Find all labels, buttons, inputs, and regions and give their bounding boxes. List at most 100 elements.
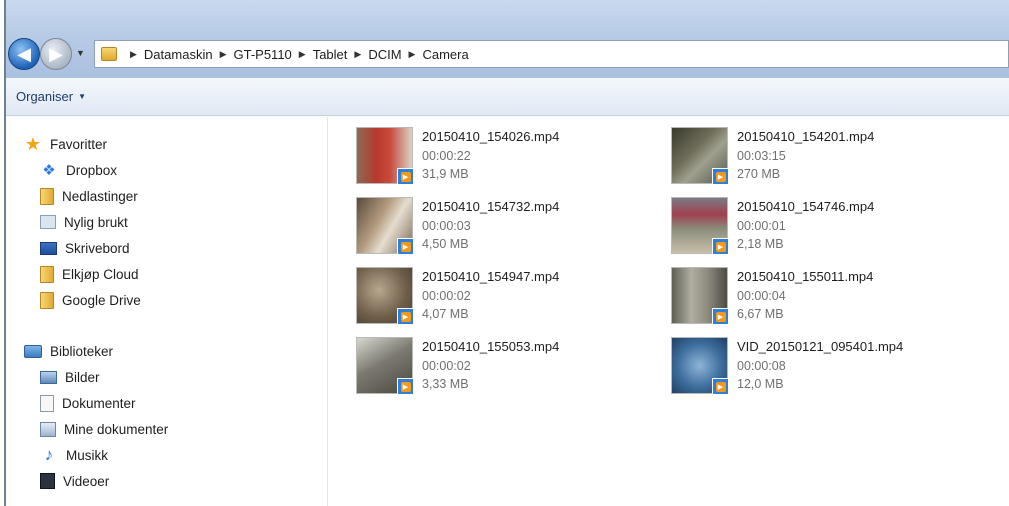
chevron-right-icon[interactable]: ▶ <box>354 49 361 60</box>
file-duration: 00:00:01 <box>737 219 786 233</box>
file-size: 4,50 MB <box>422 237 469 251</box>
file-size: 31,9 MB <box>422 167 469 181</box>
file-size: 6,67 MB <box>737 307 784 321</box>
desktop-icon <box>40 241 57 255</box>
sidebar-item-libraries[interactable]: Biblioteker <box>24 338 168 364</box>
breadcrumb-tablet[interactable]: Tablet <box>313 47 348 62</box>
sidebar-item-label: Nedlastinger <box>62 188 138 204</box>
sidebar-item-dropbox[interactable]: ❖ Dropbox <box>24 157 141 183</box>
sidebar-item-musikk[interactable]: ♪ Musikk <box>24 442 168 468</box>
sidebar-item-mine-dokumenter[interactable]: Mine dokumenter <box>24 416 168 442</box>
video-play-icon: ▶ <box>397 168 414 185</box>
chevron-right-icon[interactable]: ▶ <box>409 49 416 60</box>
chevron-right-icon[interactable]: ▶ <box>220 49 227 60</box>
my-documents-icon <box>40 421 56 437</box>
dropbox-icon: ❖ <box>42 162 56 179</box>
sidebar-item-label: Videoer <box>63 473 110 489</box>
recent-pages-dropdown-icon[interactable]: ▼ <box>76 48 85 58</box>
sidebar-item-label: Dropbox <box>66 162 118 178</box>
breadcrumb-camera[interactable]: Camera <box>422 47 468 62</box>
file-name: 20150410_154947.mp4 <box>422 269 560 284</box>
sidebar-item-bilder[interactable]: Bilder <box>24 364 168 390</box>
video-play-icon: ▶ <box>397 308 414 325</box>
music-icon: ♪ <box>44 445 54 464</box>
video-play-icon: ▶ <box>397 238 414 255</box>
file-name: 20150410_155053.mp4 <box>422 339 560 354</box>
video-play-icon: ▶ <box>712 168 729 185</box>
explorer-window: ◀ ▶ ▼ ▶ Datamaskin ▶ GT-P5110 ▶ Tablet ▶… <box>4 0 1009 506</box>
sidebar-item-label: Favoritter <box>50 136 108 152</box>
sidebar-item-label: Bilder <box>65 369 100 385</box>
sidebar-item-label: Skrivebord <box>65 240 130 256</box>
forward-button[interactable]: ▶ <box>40 38 72 70</box>
file-duration: 00:00:03 <box>422 219 471 233</box>
navigation-bar: ◀ ▶ ▼ ▶ Datamaskin ▶ GT-P5110 ▶ Tablet ▶… <box>6 0 1009 78</box>
back-button[interactable]: ◀ <box>8 38 40 70</box>
sidebar-item-nylig-brukt[interactable]: Nylig brukt <box>24 209 141 235</box>
folder-icon <box>40 187 54 205</box>
sidebar-item-dokumenter[interactable]: Dokumenter <box>24 390 168 416</box>
breadcrumb-dcim[interactable]: DCIM <box>368 47 401 62</box>
sidebar-item-label: Elkjøp Cloud <box>62 266 139 282</box>
sidebar-item-label: Musikk <box>66 447 109 463</box>
libraries-section: Biblioteker Bilder Dokumenter Mine dokum… <box>24 338 168 494</box>
file-name: 20150410_154746.mp4 <box>737 199 875 214</box>
star-icon: ★ <box>24 133 42 154</box>
file-duration: 00:03:15 <box>737 149 786 163</box>
chevron-right-icon[interactable]: ▶ <box>130 49 137 60</box>
videos-icon <box>40 473 55 489</box>
file-size: 2,18 MB <box>737 237 784 251</box>
sidebar-item-label: Mine dokumenter <box>64 421 169 437</box>
organise-button[interactable]: Organiser ▼ <box>16 89 86 104</box>
file-list: ▶ 20150410_154026.mp4 00:00:22 31,9 MB ▶… <box>329 117 1009 506</box>
address-bar[interactable]: ▶ Datamaskin ▶ GT-P5110 ▶ Tablet ▶ DCIM … <box>94 40 1009 68</box>
file-item[interactable]: ▶ 20150410_155053.mp4 00:00:02 3,33 MB <box>356 337 656 399</box>
file-size: 4,07 MB <box>422 307 469 321</box>
file-item[interactable]: ▶ VID_20150121_095401.mp4 00:00:08 12,0 … <box>671 337 971 399</box>
file-size: 12,0 MB <box>737 377 784 391</box>
file-name: 20150410_154026.mp4 <box>422 129 560 144</box>
breadcrumb-gt-p5110[interactable]: GT-P5110 <box>233 47 291 62</box>
sidebar-item-nedlastinger[interactable]: Nedlastinger <box>24 183 141 209</box>
file-name: 20150410_154732.mp4 <box>422 199 560 214</box>
video-play-icon: ▶ <box>712 238 729 255</box>
chevron-down-icon: ▼ <box>78 92 86 101</box>
pictures-icon <box>40 370 57 384</box>
sidebar-item-skrivebord[interactable]: Skrivebord <box>24 235 141 261</box>
file-item[interactable]: ▶ 20150410_154746.mp4 00:00:01 2,18 MB <box>671 197 971 259</box>
file-duration: 00:00:22 <box>422 149 471 163</box>
command-bar: Organiser ▼ <box>6 78 1009 116</box>
file-item[interactable]: ▶ 20150410_154201.mp4 00:03:15 270 MB <box>671 127 971 189</box>
file-size: 270 MB <box>737 167 781 181</box>
folder-icon <box>40 265 54 283</box>
folder-icon <box>40 291 54 309</box>
file-duration: 00:00:02 <box>422 289 471 303</box>
file-name: 20150410_155011.mp4 <box>737 269 874 284</box>
sidebar-item-label: Dokumenter <box>62 395 136 411</box>
video-play-icon: ▶ <box>712 308 729 325</box>
recent-places-icon <box>40 215 56 229</box>
sidebar-item-google-drive[interactable]: Google Drive <box>24 287 141 313</box>
file-duration: 00:00:02 <box>422 359 471 373</box>
file-item[interactable]: ▶ 20150410_154732.mp4 00:00:03 4,50 MB <box>356 197 656 259</box>
file-item[interactable]: ▶ 20150410_154026.mp4 00:00:22 31,9 MB <box>356 127 656 189</box>
sidebar-item-label: Nylig brukt <box>64 214 128 230</box>
sidebar-item-videoer[interactable]: Videoer <box>24 468 168 494</box>
file-name: 20150410_154201.mp4 <box>737 129 875 144</box>
folder-icon <box>101 47 117 61</box>
sidebar-item-elkjop-cloud[interactable]: Elkjøp Cloud <box>24 261 141 287</box>
video-play-icon: ▶ <box>712 378 729 395</box>
breadcrumb-datamaskin[interactable]: Datamaskin <box>144 47 213 62</box>
favorites-section: ★ Favoritter ❖ Dropbox Nedlastinger Nyli… <box>24 131 141 313</box>
file-item[interactable]: ▶ 20150410_155011.mp4 00:00:04 6,67 MB <box>671 267 971 329</box>
video-play-icon: ▶ <box>397 378 414 395</box>
file-item[interactable]: ▶ 20150410_154947.mp4 00:00:02 4,07 MB <box>356 267 656 329</box>
libraries-icon <box>24 344 42 358</box>
file-duration: 00:00:08 <box>737 359 786 373</box>
navigation-pane: ★ Favoritter ❖ Dropbox Nedlastinger Nyli… <box>6 117 328 506</box>
chevron-right-icon[interactable]: ▶ <box>299 49 306 60</box>
documents-icon <box>40 394 54 412</box>
file-size: 3,33 MB <box>422 377 469 391</box>
sidebar-item-favorites[interactable]: ★ Favoritter <box>24 131 141 157</box>
file-name: VID_20150121_095401.mp4 <box>737 339 904 354</box>
